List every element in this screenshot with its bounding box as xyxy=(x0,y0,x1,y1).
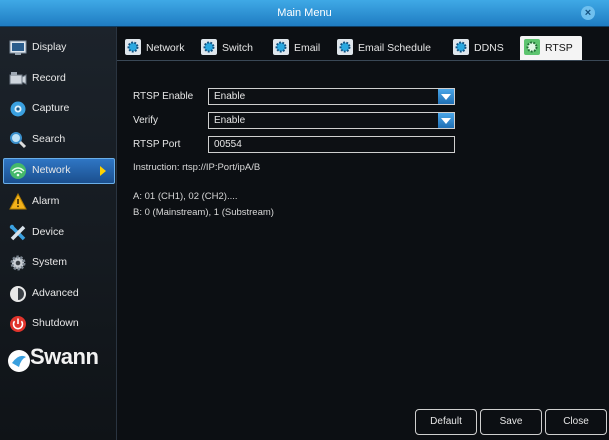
rtsp-port-input[interactable]: 00554 xyxy=(208,136,455,153)
system-icon xyxy=(10,255,26,271)
tab-switch[interactable]: Switch xyxy=(200,36,264,60)
stream-help-text: B: 0 (Mainstream), 1 (Substream) xyxy=(133,207,274,218)
sidebar-item-label: Capture xyxy=(32,102,70,114)
sidebar-item-label: Shutdown xyxy=(32,317,79,329)
sidebar-item-label: Device xyxy=(32,226,65,238)
channel-help-text: A: 01 (CH1), 02 (CH2).... xyxy=(133,191,238,202)
sidebar-item-display[interactable]: Display xyxy=(4,36,114,60)
tab-label: DDNS xyxy=(474,42,504,54)
rtsp-enable-select[interactable]: Enable xyxy=(208,88,455,105)
rtsp-enable-label: RTSP Enable xyxy=(133,91,194,102)
rtsp-port-value: 00554 xyxy=(214,139,242,150)
settings-tab-icon xyxy=(453,39,469,55)
rtsp-port-label: RTSP Port xyxy=(133,139,181,150)
device-icon xyxy=(9,224,26,241)
sidebar-item-system[interactable]: System xyxy=(4,251,114,275)
settings-tab-icon xyxy=(337,39,353,55)
tab-label: Email Schedule xyxy=(358,42,431,54)
sidebar-item-label: System xyxy=(32,256,68,268)
sidebar-item-record[interactable]: Record xyxy=(4,67,114,91)
brand-logo: Swann xyxy=(30,344,99,369)
sidebar-item-capture[interactable]: Capture xyxy=(4,97,114,121)
title-bar: Main Menu × xyxy=(0,0,609,27)
tab-email[interactable]: Email xyxy=(272,36,330,60)
sidebar-item-network[interactable]: Network xyxy=(3,158,115,184)
settings-tab-icon xyxy=(201,39,217,55)
close-window-icon[interactable]: × xyxy=(581,6,595,20)
sidebar-item-advanced[interactable]: Advanced xyxy=(4,282,114,306)
tab-label: Email xyxy=(294,42,321,54)
window-title: Main Menu xyxy=(277,7,332,19)
default-button[interactable]: Default xyxy=(415,409,477,435)
capture-icon xyxy=(10,101,26,117)
sidebar-item-label: Display xyxy=(32,41,67,53)
rtsp-enable-value: Enable xyxy=(214,91,246,102)
shutdown-icon xyxy=(10,316,26,332)
dropdown-arrow-icon[interactable] xyxy=(438,89,454,104)
tab-ddns[interactable]: DDNS xyxy=(452,36,514,60)
verify-label: Verify xyxy=(133,115,159,126)
tab-network[interactable]: Network xyxy=(124,36,194,60)
sidebar-item-label: Network xyxy=(32,164,71,176)
close-button[interactable]: Close xyxy=(545,409,607,435)
record-icon xyxy=(9,72,27,85)
sidebar-item-label: Search xyxy=(32,133,66,145)
sidebar-item-shutdown[interactable]: Shutdown xyxy=(4,312,114,336)
tab-label: Switch xyxy=(222,42,253,54)
tab-label: Network xyxy=(146,42,185,54)
save-button[interactable]: Save xyxy=(480,409,542,435)
alarm-icon xyxy=(9,193,27,210)
sidebar-item-label: Alarm xyxy=(32,195,60,207)
dropdown-arrow-icon[interactable] xyxy=(438,113,454,128)
sidebar-item-label: Record xyxy=(32,72,66,84)
search-icon xyxy=(10,132,27,149)
instruction-text: Instruction: rtsp://IP:Port/ipA/B xyxy=(133,162,261,173)
tab-rtsp[interactable]: RTSP xyxy=(520,36,582,60)
settings-tab-icon xyxy=(125,39,141,55)
tab-email-schedule[interactable]: Email Schedule xyxy=(336,36,446,60)
sidebar-item-search[interactable]: Search xyxy=(4,128,114,152)
tab-label: RTSP xyxy=(545,42,573,54)
verify-select[interactable]: Enable xyxy=(208,112,455,129)
settings-tab-icon xyxy=(273,39,289,55)
sidebar-item-alarm[interactable]: Alarm xyxy=(4,190,114,214)
sidebar-item-device[interactable]: Device xyxy=(4,221,114,245)
settings-tab-icon xyxy=(524,39,540,55)
network-icon xyxy=(10,163,26,179)
advanced-icon xyxy=(10,286,26,302)
verify-value: Enable xyxy=(214,115,246,126)
display-icon xyxy=(9,40,27,55)
active-arrow-icon xyxy=(100,166,106,176)
sidebar-item-label: Advanced xyxy=(32,287,79,299)
